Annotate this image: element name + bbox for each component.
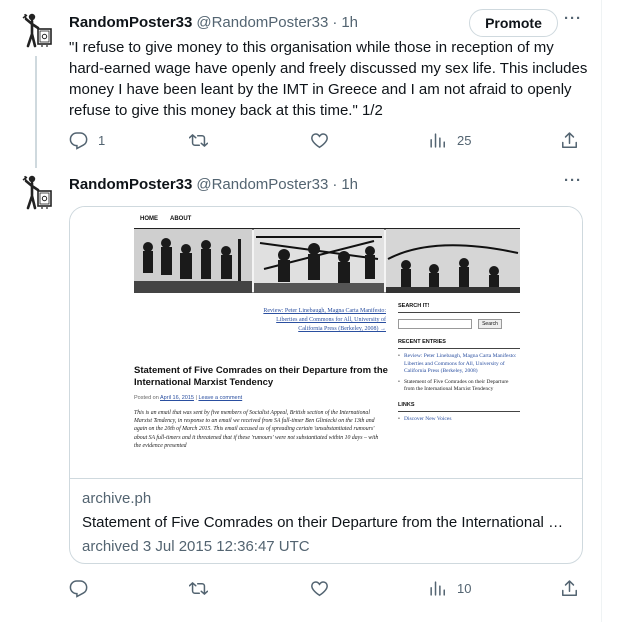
site-nav: HOME ABOUT	[134, 213, 520, 229]
reply-icon	[69, 131, 88, 150]
retweet-button[interactable]	[189, 578, 218, 598]
posted-line: Posted on April 16, 2015 | Leave a comme…	[134, 395, 242, 401]
display-name[interactable]: RandomPoster33	[69, 176, 192, 193]
reply-button[interactable]	[69, 578, 98, 598]
reply-button[interactable]: 1	[69, 130, 105, 150]
avatar[interactable]	[16, 10, 56, 50]
card-title: Statement of Five Comrades on their Depa…	[82, 514, 572, 531]
tweet-text: "I refuse to give money to this organisa…	[69, 39, 588, 119]
timestamp[interactable]: 1h	[341, 176, 358, 193]
like-button[interactable]	[310, 578, 339, 598]
search-box	[398, 319, 472, 329]
like-button[interactable]	[310, 130, 339, 150]
links-list: Discover New Voices	[398, 416, 520, 424]
more-options-icon[interactable]: ···	[560, 11, 586, 32]
separator: ·	[332, 175, 338, 193]
review-link: Review: Peter Linebaugh, Magna Carta Man…	[263, 308, 386, 332]
heart-icon	[311, 132, 328, 148]
link-card[interactable]: HOME ABOUT Review: Peter Linebaugh, Magn…	[69, 206, 583, 564]
posted-sep: |	[195, 395, 197, 401]
reply-count: 1	[98, 132, 106, 148]
search-heading: SEARCH IT!	[398, 303, 520, 313]
nav-home: HOME	[140, 216, 158, 222]
search-button: Search	[478, 319, 502, 329]
retweet-icon	[189, 581, 208, 595]
views-count: 10	[457, 580, 472, 596]
timestamp[interactable]: 1h	[341, 14, 358, 31]
link-item: Discover New Voices	[398, 416, 520, 424]
views-button[interactable]: 10	[428, 578, 471, 598]
recent-heading: RECENT ENTRIES	[398, 339, 520, 349]
card-domain: archive.ph	[82, 490, 152, 507]
handle[interactable]: @RandomPoster33	[196, 176, 328, 193]
links-heading: LINKS	[398, 402, 520, 412]
more-options-icon[interactable]: ···	[560, 173, 586, 194]
sidebar: SEARCH IT! Search RECENT ENTRIES Review:…	[398, 303, 520, 423]
recent-item: Review: Peter Linebaugh, Magna Carta Man…	[398, 353, 520, 376]
promote-button[interactable]: Promote	[469, 9, 558, 37]
views-count: 25	[457, 132, 472, 148]
thread-line	[35, 56, 37, 168]
tweet[interactable]: RandomPoster33 @RandomPoster33 · 1h Prom…	[0, 0, 602, 168]
action-bar: 10	[69, 578, 589, 598]
card-description: archived 3 Jul 2015 12:36:47 UTC	[82, 538, 310, 555]
posted-comment: Leave a comment	[198, 395, 243, 401]
recent-list: Review: Peter Linebaugh, Magna Carta Man…	[398, 353, 520, 394]
tweet-header: RandomPoster33 @RandomPoster33 · 1h	[69, 174, 358, 194]
share-icon	[562, 579, 577, 596]
display-name[interactable]: RandomPoster33	[69, 14, 192, 31]
article-title: Statement of Five Comrades on their Depa…	[134, 365, 388, 388]
tweet[interactable]: RandomPoster33 @RandomPoster33 · 1h ··· …	[0, 162, 602, 622]
posted-prefix: Posted on	[134, 395, 159, 401]
recent-item: Statement of Five Comrades on their Depa…	[398, 379, 520, 394]
retweet-button[interactable]	[189, 130, 218, 150]
archived-page-screenshot: HOME ABOUT Review: Peter Linebaugh, Magn…	[134, 207, 520, 478]
timeline-column: RandomPoster33 @RandomPoster33 · 1h Prom…	[0, 0, 602, 622]
woodcut-banner	[134, 229, 520, 293]
avatar[interactable]	[16, 172, 56, 212]
card-image[interactable]: HOME ABOUT Review: Peter Linebaugh, Magn…	[70, 207, 582, 479]
share-icon	[562, 131, 577, 148]
action-bar: 1 25	[69, 130, 589, 150]
share-button[interactable]	[560, 130, 579, 150]
views-button[interactable]: 25	[428, 130, 471, 150]
separator: ·	[332, 13, 338, 31]
nav-about: ABOUT	[170, 216, 192, 222]
retweet-icon	[189, 133, 208, 147]
article-body: This is an email that was sent by five m…	[134, 410, 379, 449]
reply-icon	[69, 579, 88, 598]
card-meta[interactable]: archive.ph Statement of Five Comrades on…	[82, 489, 572, 557]
tweet-header: RandomPoster33 @RandomPoster33 · 1h	[69, 12, 358, 32]
posted-date: April 16, 2015	[160, 395, 194, 401]
views-bar-chart-icon	[430, 132, 445, 148]
search-form: Search	[398, 319, 520, 329]
share-button[interactable]	[560, 578, 579, 598]
handle[interactable]: @RandomPoster33	[196, 14, 328, 31]
heart-icon	[311, 580, 328, 596]
views-bar-chart-icon	[430, 580, 445, 596]
